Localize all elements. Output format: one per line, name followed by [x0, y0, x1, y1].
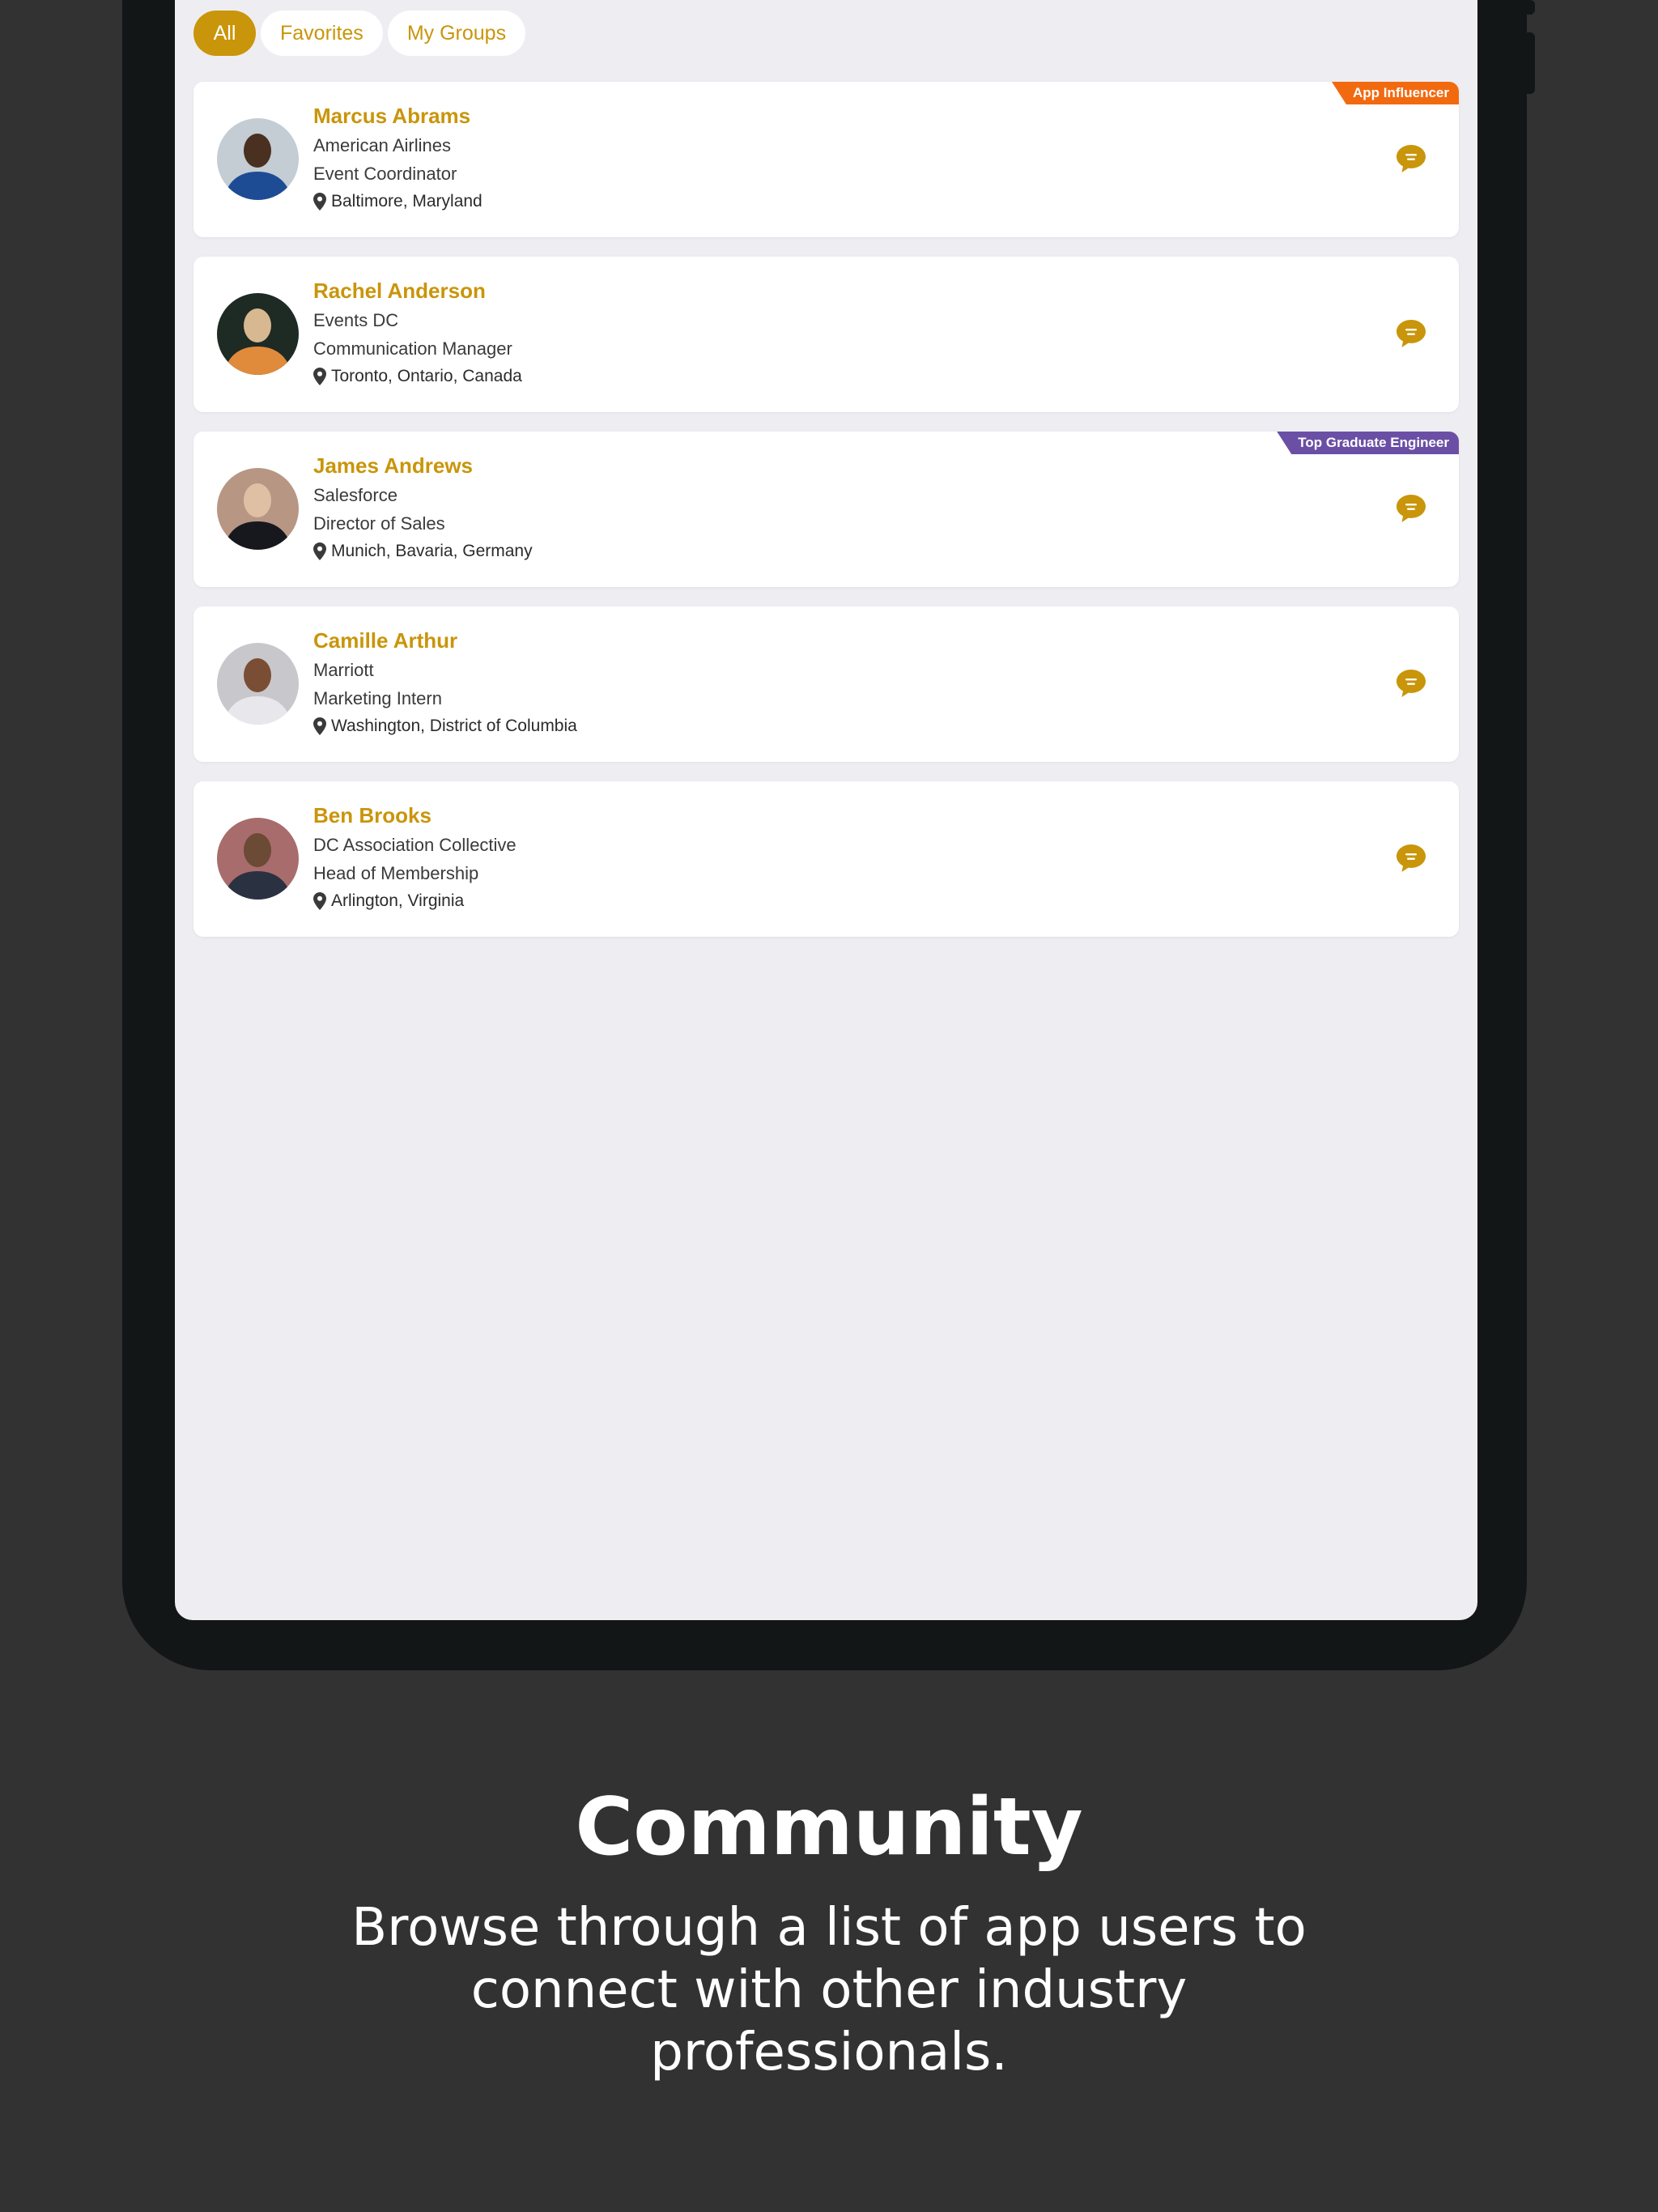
chat-bubble-icon[interactable] — [1396, 843, 1426, 874]
person-location: Munich, Bavaria, Germany — [313, 542, 533, 561]
person-location: Baltimore, Maryland — [313, 192, 483, 211]
person-company: Events DC — [313, 310, 399, 330]
filter-my-groups-tab[interactable]: My Groups — [387, 11, 526, 56]
person-card[interactable]: Camille Arthur Marriott Marketing Intern… — [193, 606, 1459, 762]
chat-bubble-icon[interactable] — [1396, 143, 1426, 174]
avatar[interactable] — [217, 818, 299, 900]
achievement-badge: Top Graduate Engineer — [1277, 432, 1459, 454]
person-card[interactable]: Marcus Abrams American Airlines Event Co… — [193, 82, 1459, 237]
location-text: Arlington, Virginia — [331, 891, 465, 910]
person-company: American Airlines — [313, 135, 451, 155]
filter-all-tab[interactable]: All — [193, 11, 256, 56]
location-text: Washington, District of Columbia — [331, 717, 577, 735]
person-card[interactable]: Ben Brooks DC Association Collective Hea… — [193, 781, 1459, 937]
person-job-title: Event Coordinator — [313, 164, 457, 184]
person-card[interactable]: Rachel Anderson Events DC Communication … — [193, 257, 1459, 412]
person-job-title: Head of Membership — [313, 863, 479, 883]
person-job-title: Marketing Intern — [313, 688, 442, 708]
person-name[interactable]: Camille Arthur — [313, 628, 457, 653]
filter-tabs: All Favorites My Groups — [193, 11, 526, 56]
person-name[interactable]: James Andrews — [313, 453, 473, 479]
filter-favorites-tab[interactable]: Favorites — [261, 11, 383, 56]
map-pin-icon — [313, 717, 326, 735]
device-side-button — [1524, 32, 1535, 94]
app-screen: All Favorites My Groups Marcus Abrams Am… — [175, 0, 1477, 1620]
map-pin-icon — [313, 193, 326, 211]
device-side-button — [1524, 0, 1535, 15]
map-pin-icon — [313, 542, 326, 560]
caption-title: Community — [575, 1781, 1083, 1874]
person-job-title: Director of Sales — [313, 513, 445, 534]
person-name[interactable]: Marcus Abrams — [313, 104, 470, 129]
map-pin-icon — [313, 368, 326, 385]
person-company: Marriott — [313, 660, 374, 680]
chat-bubble-icon[interactable] — [1396, 318, 1426, 349]
person-card[interactable]: James Andrews Salesforce Director of Sal… — [193, 432, 1459, 587]
avatar[interactable] — [217, 468, 299, 550]
location-text: Baltimore, Maryland — [331, 192, 483, 211]
person-company: DC Association Collective — [313, 835, 517, 855]
chat-bubble-icon[interactable] — [1396, 668, 1426, 699]
avatar[interactable] — [217, 293, 299, 375]
person-location: Washington, District of Columbia — [313, 717, 577, 736]
map-pin-icon — [313, 892, 326, 910]
achievement-badge: App Influencer — [1331, 82, 1459, 104]
person-company: Salesforce — [313, 485, 397, 505]
person-location: Arlington, Virginia — [313, 891, 464, 911]
location-text: Munich, Bavaria, Germany — [331, 542, 533, 560]
avatar[interactable] — [217, 643, 299, 725]
person-job-title: Communication Manager — [313, 338, 512, 359]
caption-subtitle: Browse through a list of app users to co… — [351, 1898, 1307, 2082]
location-text: Toronto, Ontario, Canada — [331, 367, 522, 385]
chat-bubble-icon[interactable] — [1396, 493, 1426, 524]
person-location: Toronto, Ontario, Canada — [313, 367, 522, 386]
person-name[interactable]: Ben Brooks — [313, 803, 432, 828]
avatar[interactable] — [217, 118, 299, 200]
person-name[interactable]: Rachel Anderson — [313, 279, 486, 304]
